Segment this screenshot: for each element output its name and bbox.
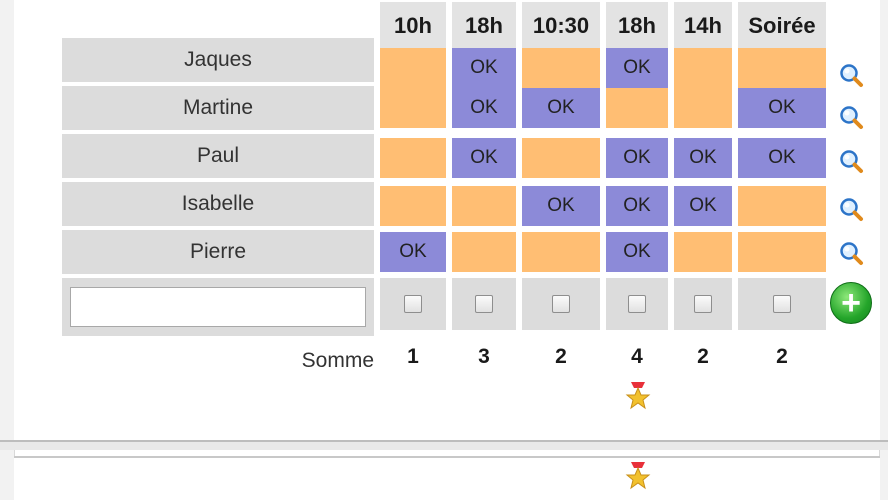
new-participant-cell [62,278,374,336]
column-header-2: 10:30 [522,2,600,50]
checkbox-cell [522,278,600,330]
zoom-icon[interactable] [838,62,864,88]
availability-empty-cell [738,232,826,272]
availability-empty-cell [380,186,446,226]
availability-checkbox[interactable] [628,295,646,313]
checkbox-cell [606,278,668,330]
availability-ok-cell: OK [606,48,668,88]
column-header-3: 18h [606,2,668,50]
availability-ok-cell: OK [674,186,732,226]
column-sum: 2 [555,345,567,368]
availability-empty-cell [674,88,732,128]
availability-empty-cell [674,48,732,88]
availability-ok-cell: OK [606,138,668,178]
add-icon: + [841,284,861,322]
availability-checkbox[interactable] [694,295,712,313]
availability-checkbox[interactable] [404,295,422,313]
participant-name: Pierre [62,230,374,274]
column-sum: 3 [478,345,490,368]
column-header-5: Soirée [738,2,826,50]
availability-ok-cell: OK [380,232,446,272]
availability-empty-cell [380,88,446,128]
availability-ok-cell: OK [606,186,668,226]
availability-empty-cell [452,232,516,272]
availability-ok-cell: OK [452,88,516,128]
zoom-icon[interactable] [838,148,864,174]
left-gutter [0,0,15,500]
availability-empty-cell [738,48,826,88]
panel-divider [0,440,888,450]
checkbox-cell [380,278,446,330]
participant-name: Jaques [62,38,374,82]
availability-empty-cell [452,186,516,226]
availability-empty-cell [380,138,446,178]
availability-ok-cell: OK [738,138,826,178]
availability-empty-cell [606,88,668,128]
availability-ok-cell: OK [452,48,516,88]
availability-ok-cell: OK [522,186,600,226]
checkbox-cell [738,278,826,330]
availability-empty-cell [380,48,446,88]
availability-empty-cell [522,138,600,178]
column-sum: 1 [407,345,419,368]
participant-name: Isabelle [62,182,374,226]
availability-empty-cell [674,232,732,272]
column-sum: 2 [697,345,709,368]
add-participant-button[interactable]: + [830,282,872,324]
availability-ok-cell: OK [738,88,826,128]
availability-ok-cell: OK [522,88,600,128]
column-header-4: 14h [674,2,732,50]
availability-empty-cell [738,186,826,226]
star-icon [625,382,651,410]
availability-ok-cell: OK [674,138,732,178]
checkbox-cell [674,278,732,330]
sum-label: Somme [301,349,374,372]
availability-checkbox[interactable] [552,295,570,313]
zoom-icon[interactable] [838,240,864,266]
column-sum: 4 [631,345,643,368]
availability-ok-cell: OK [606,232,668,272]
next-poll-panel [14,456,880,502]
right-gutter [879,0,888,500]
column-header-1: 18h [452,2,516,50]
participant-name: Paul [62,134,374,178]
column-sum: 2 [776,345,788,368]
checkbox-cell [452,278,516,330]
availability-checkbox[interactable] [475,295,493,313]
star-icon [625,462,651,490]
column-header-0: 10h [380,2,446,50]
availability-empty-cell [522,48,600,88]
participant-name: Martine [62,86,374,130]
participant-name-input[interactable] [70,287,366,327]
availability-empty-cell [522,232,600,272]
availability-checkbox[interactable] [773,295,791,313]
zoom-icon[interactable] [838,196,864,222]
zoom-icon[interactable] [838,104,864,130]
availability-ok-cell: OK [452,138,516,178]
